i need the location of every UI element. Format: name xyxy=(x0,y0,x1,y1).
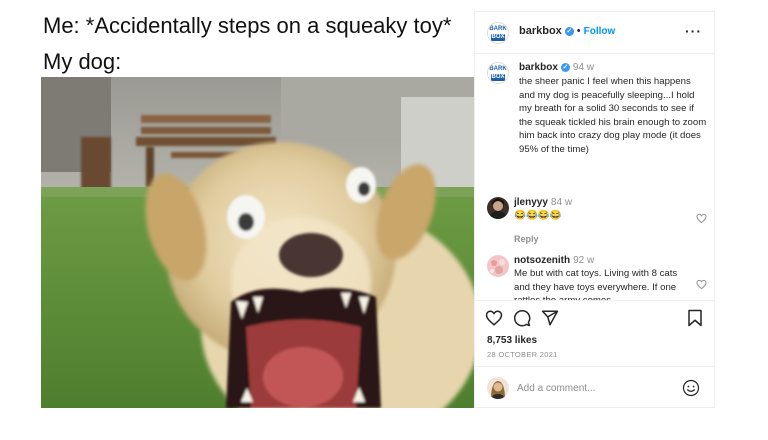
add-comment-input[interactable] xyxy=(517,379,677,397)
meme-caption-subject: My dog: xyxy=(43,49,122,74)
logo-text-bottom: BOX xyxy=(491,34,505,41)
caption-logo-text-bottom: BOX xyxy=(491,74,505,81)
comment-avatar-jlenyyy[interactable] xyxy=(487,197,509,219)
comment-avatar-notsozenith[interactable] xyxy=(487,255,509,277)
dog-photo xyxy=(41,77,474,408)
heart-icon[interactable] xyxy=(485,309,503,327)
bookmark-icon[interactable] xyxy=(686,309,704,327)
post-date: 28 OCTOBER 2021 xyxy=(487,350,558,359)
more-options-icon[interactable]: ··· xyxy=(685,23,702,39)
header-user-line: barkbox ✓ • Follow xyxy=(519,25,615,37)
caption-time[interactable]: 94 w xyxy=(573,62,594,73)
comment-text: 😂😂😂😂 xyxy=(514,210,562,221)
comment-item: notsozenith 92 w Me but with cat toys. Li… xyxy=(487,255,709,300)
comment-item: jlenyyy 84 w 😂😂😂😂 Reply xyxy=(487,197,709,245)
caption-username[interactable]: barkbox xyxy=(519,62,558,73)
caption-text: the sheer panic I feel when this happens… xyxy=(519,76,707,155)
smiley-icon[interactable] xyxy=(682,379,700,397)
add-comment-bar xyxy=(475,366,714,407)
comment-user-line: notsozenith 92 w xyxy=(514,255,594,266)
comment-like-heart-icon[interactable] xyxy=(696,213,707,224)
comment-like-heart-icon[interactable] xyxy=(696,279,707,290)
caption-verified-icon: ✓ xyxy=(560,62,570,72)
post-sidebar: BARK BOX barkbox ✓ • Follow ··· BARK BOX ba… xyxy=(474,11,715,408)
comment-username[interactable]: jlenyyy xyxy=(514,197,548,208)
caption-logo-text-top: BARK xyxy=(489,66,507,72)
comment-time: 84 w xyxy=(550,197,573,208)
follow-button[interactable]: Follow xyxy=(584,26,616,37)
logo-text-top: BARK xyxy=(489,26,507,32)
comment-time: 92 w xyxy=(573,255,595,266)
current-user-avatar xyxy=(487,377,509,399)
likes-count[interactable]: 8,753 likes xyxy=(487,335,537,346)
separator-dot: • xyxy=(576,25,581,37)
post-header: BARK BOX barkbox ✓ • Follow ··· xyxy=(475,12,714,54)
reply-button[interactable]: Reply xyxy=(514,234,539,244)
comment-user-line: jlenyyy 84 w xyxy=(514,197,572,208)
comments-list[interactable]: BARK BOX barkbox ✓ 94 w the sheer panic I … xyxy=(475,54,714,300)
caption-avatar[interactable]: BARK BOX xyxy=(487,62,509,84)
comment-text: Me but with cat toys. Living with 8 cats… xyxy=(514,268,678,300)
share-icon[interactable] xyxy=(541,309,559,327)
meme-caption-top: Me: *Accidentally steps on a squeaky toy… xyxy=(43,13,452,38)
header-username[interactable]: barkbox xyxy=(519,25,562,37)
barkbox-logo-avatar[interactable]: BARK BOX xyxy=(487,22,509,44)
comment-username[interactable]: notsozenith xyxy=(514,255,570,266)
caption-user-line: barkbox ✓ 94 w xyxy=(519,62,594,73)
verified-badge-icon: ✓ xyxy=(564,26,574,36)
comment-icon[interactable] xyxy=(513,309,531,327)
post-image[interactable]: Me: *Accidentally steps on a squeaky toy… xyxy=(41,11,474,408)
action-bar: 8,753 likes 28 OCTOBER 2021 xyxy=(475,300,714,366)
